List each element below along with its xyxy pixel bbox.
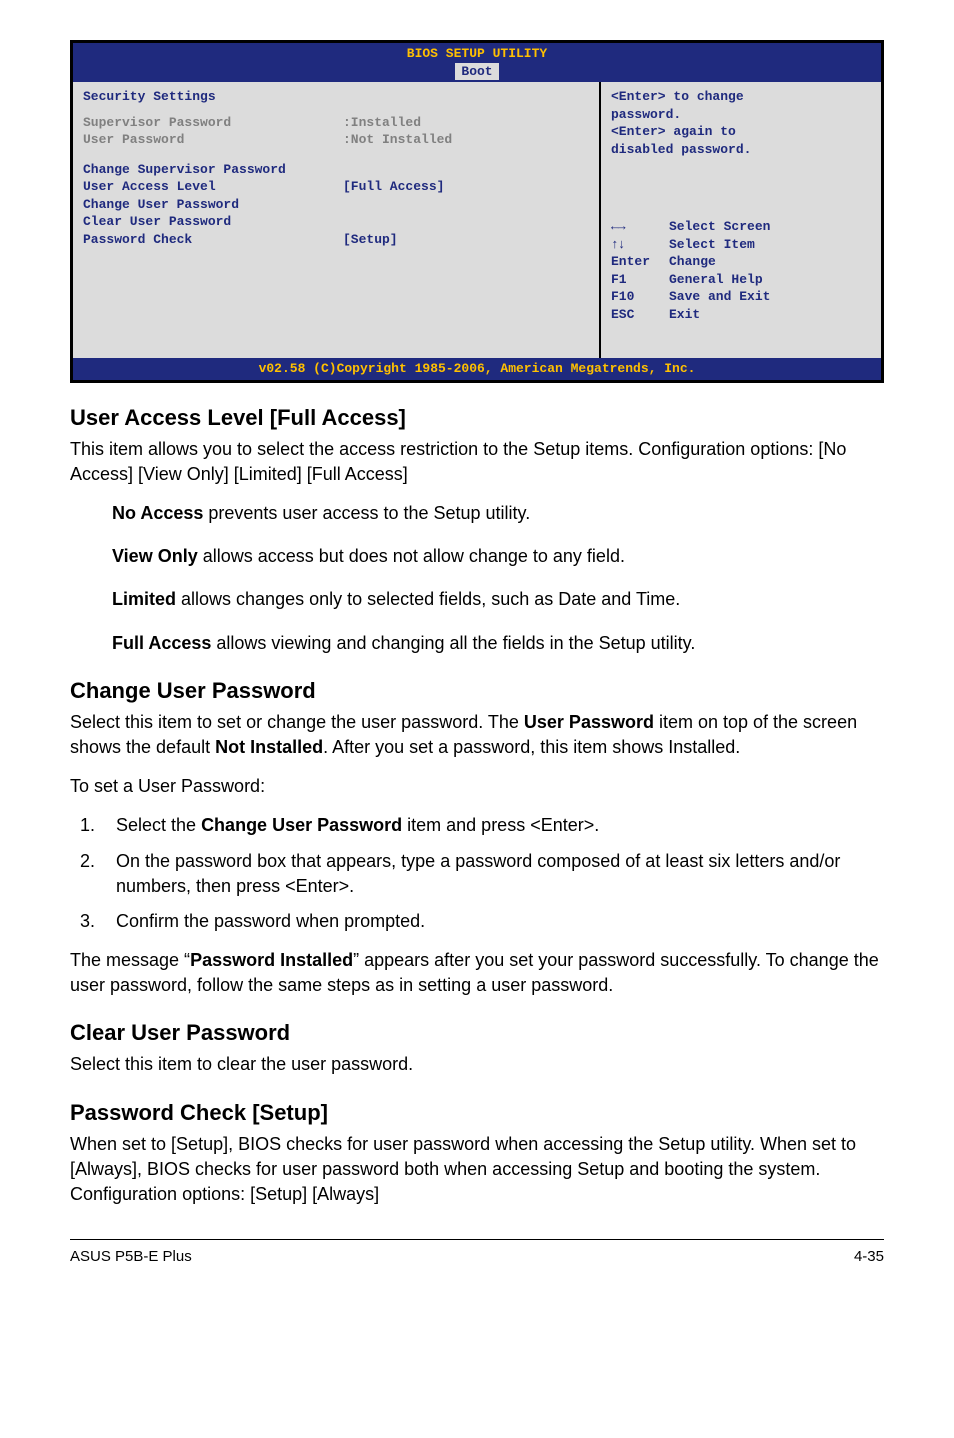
bios-change-user-pwd: Change User Password — [83, 196, 343, 214]
list-item: Select the Change User Password item and… — [100, 813, 884, 838]
bios-section-heading: Security Settings — [83, 88, 589, 106]
bios-left-panel: Security Settings Supervisor Password :I… — [73, 82, 601, 358]
bios-help-line1: <Enter> to change — [611, 88, 871, 106]
bios-key-esc-k: ESC — [611, 306, 669, 324]
para-cup-a: Select this item to set or change the us… — [70, 712, 524, 732]
bios-key-f10-d: Save and Exit — [669, 288, 871, 306]
ual-view-only-b: View Only — [112, 546, 198, 566]
para-cup-b1: User Password — [524, 712, 654, 732]
bios-change-sup-pwd: Change Supervisor Password — [83, 161, 343, 179]
list-item: Confirm the password when prompted. — [100, 909, 884, 934]
heading-user-access-level: User Access Level [Full Access] — [70, 405, 884, 431]
msg-b: Password Installed — [190, 950, 353, 970]
bios-clear-user-pwd: Clear User Password — [83, 213, 343, 231]
ual-full-access-t: allows viewing and changing all the fiel… — [211, 633, 695, 653]
bios-key-f1-d: General Help — [669, 271, 871, 289]
para-cup-b2: Not Installed — [215, 737, 323, 757]
para-password-check: When set to [Setup], BIOS checks for use… — [70, 1132, 884, 1208]
footer-right: 4-35 — [854, 1248, 884, 1265]
li1-c: item and press <Enter>. — [402, 815, 599, 835]
heading-clear-user-pwd: Clear User Password — [70, 1020, 884, 1046]
bios-user-pwd-value: :Not Installed — [343, 131, 589, 149]
bios-help-line2: password. — [611, 106, 871, 124]
bios-header: BIOS SETUP UTILITY Boot — [73, 43, 881, 82]
bios-tab-boot: Boot — [455, 63, 498, 81]
bios-ual-label: User Access Level — [83, 178, 343, 196]
para-pwd-installed-msg: The message “Password Installed” appears… — [70, 948, 884, 998]
bios-ual-value: [Full Access] — [343, 178, 589, 196]
bios-help-line3: <Enter> again to — [611, 123, 871, 141]
bios-key-select-screen: Select Screen — [669, 218, 871, 236]
bios-user-pwd-label: User Password — [83, 131, 343, 149]
ual-limited-b: Limited — [112, 589, 176, 609]
heading-change-user-pwd: Change User Password — [70, 678, 884, 704]
ual-full-access-b: Full Access — [112, 633, 211, 653]
bios-title: BIOS SETUP UTILITY — [73, 45, 881, 63]
para-cup-d: . After you set a password, this item sh… — [323, 737, 740, 757]
bios-screenshot: BIOS SETUP UTILITY Boot Security Setting… — [70, 40, 884, 383]
arrows-ud-icon — [611, 237, 625, 252]
arrows-lr-icon — [611, 219, 625, 234]
ual-no-access-t: prevents user access to the Setup utilit… — [203, 503, 530, 523]
ual-view-only-t: allows access but does not allow change … — [198, 546, 625, 566]
bios-key-f1-k: F1 — [611, 271, 669, 289]
ual-limited-t: allows changes only to selected fields, … — [176, 589, 680, 609]
li1-a: Select the — [116, 815, 201, 835]
bios-sup-pwd-value: :Installed — [343, 114, 589, 132]
bios-key-f10-k: F10 — [611, 288, 669, 306]
bios-right-panel: <Enter> to change password. <Enter> agai… — [601, 82, 881, 358]
heading-password-check: Password Check [Setup] — [70, 1100, 884, 1126]
bios-key-enter-d: Change — [669, 253, 871, 271]
para-clear-user-pwd: Select this item to clear the user passw… — [70, 1052, 884, 1077]
bios-footer: v02.58 (C)Copyright 1985-2006, American … — [73, 358, 881, 380]
page-footer: ASUS P5B-E Plus 4-35 — [70, 1239, 884, 1265]
ual-no-access-b: No Access — [112, 503, 203, 523]
footer-left: ASUS P5B-E Plus — [70, 1248, 192, 1265]
bios-key-enter-k: Enter — [611, 253, 669, 271]
para-cup-intro: Select this item to set or change the us… — [70, 710, 884, 760]
bios-key-esc-d: Exit — [669, 306, 871, 324]
bios-sup-pwd-label: Supervisor Password — [83, 114, 343, 132]
li1-b: Change User Password — [201, 815, 402, 835]
para-ual-intro: This item allows you to select the acces… — [70, 437, 884, 487]
bios-pc-value: [Setup] — [343, 231, 589, 249]
set-user-pwd-steps: Select the Change User Password item and… — [70, 813, 884, 934]
bios-key-select-item: Select Item — [669, 236, 871, 254]
bios-pc-label: Password Check — [83, 231, 343, 249]
msg-a: The message “ — [70, 950, 190, 970]
bios-help-line4: disabled password. — [611, 141, 871, 159]
list-item: On the password box that appears, type a… — [100, 849, 884, 899]
para-set-user-pwd: To set a User Password: — [70, 774, 884, 799]
ual-options-block: No Access prevents user access to the Se… — [70, 501, 884, 656]
